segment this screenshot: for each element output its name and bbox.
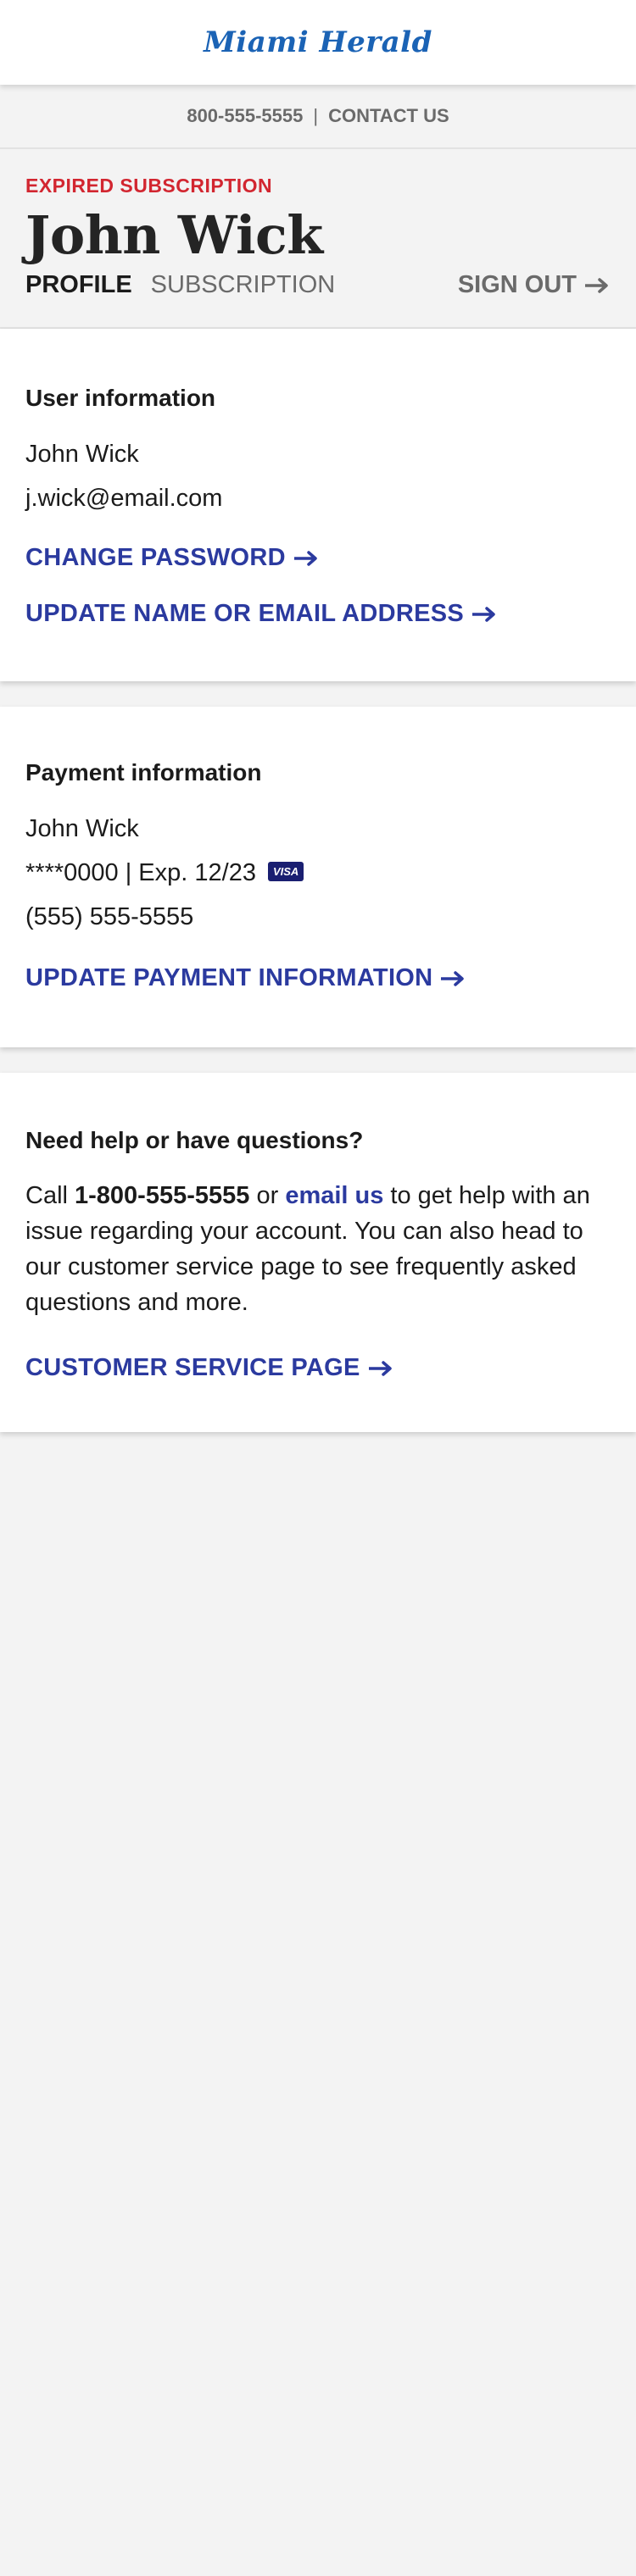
contact-bar: 800-555-5555 | CONTACT US xyxy=(0,85,636,149)
contact-us-link[interactable]: CONTACT US xyxy=(328,105,449,127)
payment-information-card: Payment information John Wick ****0000 |… xyxy=(0,707,636,1047)
visa-card-icon: VISA xyxy=(267,861,304,881)
help-phone[interactable]: 1-800-555-5555 xyxy=(75,1182,249,1209)
payment-card-details: ****0000 | Exp. 12/23 VISA xyxy=(25,859,304,887)
subscription-status-label: EXPIRED SUBSCRIPTION xyxy=(25,175,273,197)
site-header: Miami Herald xyxy=(0,0,636,85)
card-number-expiry: ****0000 | Exp. 12/23 xyxy=(25,859,256,886)
arrow-right-icon xyxy=(441,970,465,986)
help-text: Call 1-800-555-5555 or email us to get h… xyxy=(25,1178,611,1320)
update-name-email-label: UPDATE NAME OR EMAIL ADDRESS xyxy=(25,600,465,627)
tab-subscription[interactable]: SUBSCRIPTION xyxy=(151,271,336,299)
update-payment-link[interactable]: UPDATE PAYMENT INFORMATION xyxy=(25,964,466,992)
update-payment-label: UPDATE PAYMENT INFORMATION xyxy=(25,964,433,991)
help-heading: Need help or have questions? xyxy=(25,1127,364,1153)
change-password-label: CHANGE PASSWORD xyxy=(25,544,286,571)
tab-profile[interactable]: PROFILE xyxy=(25,271,132,299)
arrow-right-icon xyxy=(472,606,495,622)
user-information-heading: User information xyxy=(25,385,216,411)
user-information-card: User information John Wick j.wick@email.… xyxy=(0,329,636,681)
help-text-call: Call xyxy=(25,1182,75,1209)
arrow-right-icon xyxy=(293,550,317,566)
account-tabs: PROFILE SUBSCRIPTION SIGN OUT xyxy=(25,271,611,299)
account-header: EXPIRED SUBSCRIPTION John Wick PROFILE S… xyxy=(0,149,636,329)
arrow-right-icon xyxy=(368,1360,392,1376)
email-us-link[interactable]: email us xyxy=(285,1182,383,1209)
arrow-right-icon xyxy=(585,277,608,293)
account-name-title: John Wick xyxy=(25,204,323,266)
user-email: j.wick@email.com xyxy=(25,485,223,512)
user-name: John Wick xyxy=(25,441,139,468)
contact-phone[interactable]: 800-555-5555 xyxy=(187,105,303,127)
payment-phone: (555) 555-5555 xyxy=(25,903,194,930)
sign-out-label: SIGN OUT xyxy=(457,271,577,298)
change-password-link[interactable]: CHANGE PASSWORD xyxy=(25,544,320,572)
update-name-email-link[interactable]: UPDATE NAME OR EMAIL ADDRESS xyxy=(25,600,498,628)
customer-service-label: CUSTOMER SERVICE PAGE xyxy=(25,1354,360,1381)
sign-out-button[interactable]: SIGN OUT xyxy=(458,271,611,299)
miami-herald-logo[interactable]: Miami Herald xyxy=(204,25,432,59)
contact-separator: | xyxy=(313,105,319,126)
payment-information-heading: Payment information xyxy=(25,759,262,786)
help-card: Need help or have questions? Call 1-800-… xyxy=(0,1073,636,1432)
help-text-or: or xyxy=(249,1182,286,1209)
customer-service-link[interactable]: CUSTOMER SERVICE PAGE xyxy=(25,1354,394,1382)
payment-name: John Wick xyxy=(25,815,139,842)
